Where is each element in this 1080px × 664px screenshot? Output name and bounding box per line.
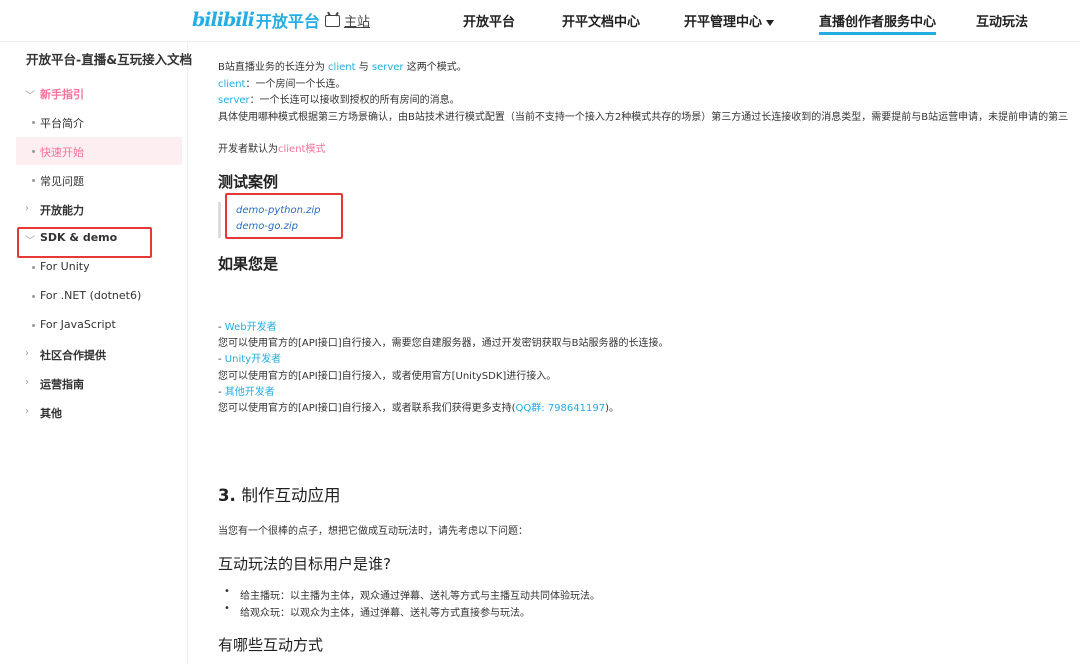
dev-type-unity-desc: 您可以使用官方的[API接口]自行接入，或者使用官方[UnitySDK]进行接入… bbox=[218, 371, 557, 382]
interaction-ways-heading: 有哪些互动方式 bbox=[218, 636, 324, 654]
dev-type-unity: - Unity开发者 bbox=[218, 350, 281, 365]
sidebar-item-faq[interactable]: 常见问题 bbox=[16, 166, 182, 194]
sidebar-item-quick-start[interactable]: 快速开始 bbox=[16, 137, 182, 165]
bullet-dot bbox=[32, 121, 35, 124]
sidebar-item-label: 开放能力 bbox=[40, 204, 84, 217]
bullet-dot bbox=[32, 179, 35, 182]
top-navigation: bilibili 开放平台 主站 开放平台 开平文档中心 开平管理中心 直播创作… bbox=[0, 0, 1080, 42]
chevron-right-icon: › bbox=[25, 406, 29, 417]
sidebar-item-community[interactable]: › 社区合作提供 bbox=[16, 340, 182, 368]
server-desc: ：一个长连可以接收到授权的所有房间的消息。 bbox=[249, 95, 460, 106]
sidebar-item-label: 社区合作提供 bbox=[40, 349, 106, 362]
bullet-dot bbox=[32, 324, 35, 327]
sidebar-item-label: 快速开始 bbox=[40, 146, 84, 159]
blockquote-bar bbox=[218, 202, 221, 238]
logo-text: 开放平台 bbox=[255, 12, 320, 31]
client-desc: ：一个房间一个长连。 bbox=[245, 79, 346, 90]
client-line: client：一个房间一个长连。 bbox=[218, 75, 345, 90]
default-mode-text: 开发者默认为 bbox=[218, 144, 278, 155]
highlight-box-downloads bbox=[225, 193, 343, 239]
intro-text: 与 bbox=[355, 62, 372, 73]
list-item-text: 给主播玩：以主播为主体，观众通过弹幕、送礼等方式与主播互动共同体验玩法。 bbox=[240, 591, 600, 602]
sidebar-item-label: For Unity bbox=[40, 260, 90, 273]
sidebar-item-beginner-guide[interactable]: ﹀ 新手指引 bbox=[16, 79, 182, 107]
sidebar-item-label: 运营指南 bbox=[40, 378, 84, 391]
sidebar-item-for-javascript[interactable]: For JavaScript bbox=[16, 311, 182, 339]
bullet-dot bbox=[32, 150, 35, 153]
section-3-heading: 3. 制作互动应用 bbox=[218, 482, 341, 506]
dev-type-other-desc: 您可以使用官方的[API接口]自行接入，或者联系我们获得更多支持(QQ群: 79… bbox=[218, 399, 619, 414]
docs-sidebar: 开放平台-直播&互玩接入文档 ﹀ 新手指引 平台简介 快速开始 常见问题 › 开… bbox=[0, 42, 192, 664]
logo-mark: bilibili bbox=[192, 9, 255, 31]
section-3-intro: 当您有一个很棒的点子，想把它做成互动玩法时，请先考虑以下问题： bbox=[218, 526, 528, 537]
caret-down-icon bbox=[766, 19, 775, 26]
sidebar-title: 开放平台-直播&互玩接入文档 bbox=[26, 52, 193, 67]
sidebar-item-label: 常见问题 bbox=[40, 175, 84, 188]
nav-management-label: 开平管理中心 bbox=[684, 15, 763, 30]
sidebar-item-open-capabilities[interactable]: › 开放能力 bbox=[16, 195, 182, 223]
dash: - bbox=[218, 322, 225, 333]
nav-docs-center[interactable]: 开平文档中心 bbox=[562, 11, 640, 30]
list-item: 给观众玩：以观众为主体，通过弹幕、送礼等方式直接参与玩法。 bbox=[224, 603, 530, 619]
sidebar-item-label: 新手指引 bbox=[40, 88, 84, 101]
client-term: client bbox=[328, 62, 356, 73]
other-dev-link[interactable]: 其他开发者 bbox=[225, 387, 275, 398]
other-desc-text: )。 bbox=[605, 403, 619, 414]
default-mode-value: client模式 bbox=[278, 144, 326, 155]
bilibili-logo[interactable]: bilibili 开放平台 bbox=[192, 8, 320, 32]
sidebar-item-label: For JavaScript bbox=[40, 318, 116, 331]
section-title: 制作互动应用 bbox=[241, 486, 341, 505]
intro-text: B站直播业务的长连分为 bbox=[218, 62, 329, 73]
list-item-text: 给观众玩：以观众为主体，通过弹幕、送礼等方式直接参与玩法。 bbox=[240, 608, 530, 619]
dev-type-other: - 其他开发者 bbox=[218, 383, 275, 398]
intro-line: B站直播业务的长连分为 client 与 server 这两个模式。 bbox=[218, 58, 467, 73]
sidebar-item-other[interactable]: › 其他 bbox=[16, 398, 182, 426]
other-desc-text: 您可以使用官方的[API接口]自行接入，或者联系我们获得更多支持( bbox=[218, 403, 516, 414]
sidebar-item-for-dotnet[interactable]: For .NET (dotnet6) bbox=[16, 282, 182, 310]
chevron-right-icon: › bbox=[25, 377, 29, 388]
home-link[interactable]: 主站 bbox=[325, 11, 370, 30]
dev-type-web: - Web开发者 bbox=[218, 318, 277, 333]
target-users-heading: 互动玩法的目标用户是谁? bbox=[218, 555, 391, 573]
qq-group-link[interactable]: QQ群: 798641197 bbox=[516, 403, 606, 414]
section-number: 3. bbox=[218, 486, 236, 505]
web-dev-link[interactable]: Web开发者 bbox=[225, 322, 277, 333]
home-link-label: 主站 bbox=[344, 15, 371, 30]
bullet-dot bbox=[32, 295, 35, 298]
sidebar-item-label: 平台简介 bbox=[40, 117, 84, 130]
nav-open-platform[interactable]: 开放平台 bbox=[463, 11, 515, 30]
highlight-box-sdk-demo bbox=[17, 227, 152, 258]
intro-text: 这两个模式。 bbox=[403, 62, 467, 73]
default-mode-line: 开发者默认为client模式 bbox=[218, 140, 325, 155]
sidebar-item-operations-guide[interactable]: › 运营指南 bbox=[16, 369, 182, 397]
client-term: client bbox=[218, 79, 246, 90]
sidebar-item-label: 其他 bbox=[40, 407, 62, 420]
sidebar-item-label: For .NET (dotnet6) bbox=[40, 289, 142, 302]
chevron-right-icon: › bbox=[25, 203, 29, 214]
dash: - bbox=[218, 354, 225, 365]
sidebar-item-platform-intro[interactable]: 平台简介 bbox=[16, 108, 182, 136]
nav-interactive-play[interactable]: 互动玩法 bbox=[976, 11, 1028, 30]
nav-creator-service-center[interactable]: 直播创作者服务中心 bbox=[819, 11, 937, 35]
detail-line: 具体使用哪种模式根据第三方场景确认，由B站技术进行模式配置（当前不支持一个接入方… bbox=[218, 112, 1069, 123]
server-line: server：一个长连可以接收到授权的所有房间的消息。 bbox=[218, 91, 460, 106]
chevron-right-icon: › bbox=[25, 348, 29, 359]
list-item: 给主播玩：以主播为主体，观众通过弹幕、送礼等方式与主播互动共同体验玩法。 bbox=[224, 586, 600, 602]
tv-icon bbox=[325, 14, 340, 27]
chevron-down-icon: ﹀ bbox=[25, 91, 35, 102]
test-cases-heading: 测试案例 bbox=[218, 173, 279, 191]
dash: - bbox=[218, 387, 225, 398]
server-term: server bbox=[218, 95, 250, 106]
if-you-are-heading: 如果您是 bbox=[218, 255, 279, 273]
bullet-dot bbox=[32, 266, 35, 269]
nav-management-center[interactable]: 开平管理中心 bbox=[684, 11, 775, 30]
unity-dev-link[interactable]: Unity开发者 bbox=[225, 354, 281, 365]
dev-type-web-desc: 您可以使用官方的[API接口]自行接入，需要您自建服务器，通过开发密钥获取与B站… bbox=[218, 338, 669, 349]
server-term: server bbox=[371, 62, 404, 73]
